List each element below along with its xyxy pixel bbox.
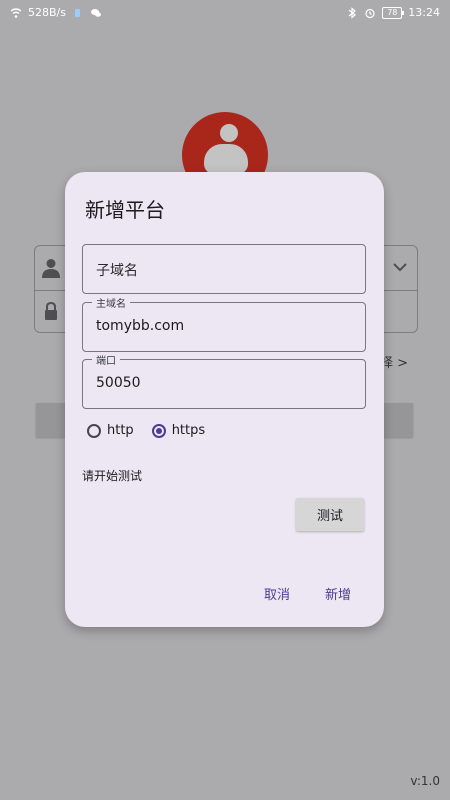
dialog-title: 新增平台 — [85, 198, 165, 222]
main-domain-field[interactable]: 主域名 tomybb.com — [82, 295, 366, 352]
chevron-down-icon[interactable] — [393, 262, 407, 272]
lock-icon — [45, 302, 57, 320]
select-link[interactable]: 择 > — [380, 352, 408, 371]
battery-icon: 78 — [382, 6, 405, 19]
https-label[interactable]: https — [172, 423, 205, 438]
subdomain-field[interactable]: 子域名 — [82, 244, 366, 294]
wifi-icon — [10, 7, 22, 18]
network-speed: 528B/s — [28, 6, 66, 19]
clock: 13:24 — [408, 6, 440, 19]
version-label: v:1.0 — [410, 774, 440, 788]
protocol-radio-group: http https — [87, 423, 217, 438]
user-icon — [42, 259, 60, 278]
notification-icon — [74, 8, 80, 17]
test-status-text: 请开始测试 — [82, 469, 143, 483]
port-field[interactable]: 端口 50050 — [82, 352, 366, 409]
add-platform-dialog: 新增平台 子域名 主域名 tomybb.com 端口 50050 http ht… — [65, 172, 384, 627]
test-button[interactable]: 测试 — [296, 498, 364, 531]
port-value: 50050 — [96, 375, 141, 391]
http-radio[interactable] — [87, 423, 101, 438]
main-domain-label: 主域名 — [92, 295, 130, 310]
alarm-icon — [365, 8, 375, 18]
cancel-button[interactable]: 取消 — [264, 584, 290, 603]
add-button[interactable]: 新增 — [325, 584, 351, 603]
https-radio[interactable] — [151, 423, 166, 438]
wechat-icon — [90, 8, 101, 17]
main-domain-value: tomybb.com — [96, 318, 185, 334]
status-bar: 528B/s 78 13:24 — [0, 0, 450, 26]
bluetooth-icon — [348, 6, 357, 19]
port-label: 端口 — [92, 352, 120, 367]
subdomain-placeholder: 子域名 — [96, 263, 138, 279]
http-label[interactable]: http — [107, 423, 134, 438]
